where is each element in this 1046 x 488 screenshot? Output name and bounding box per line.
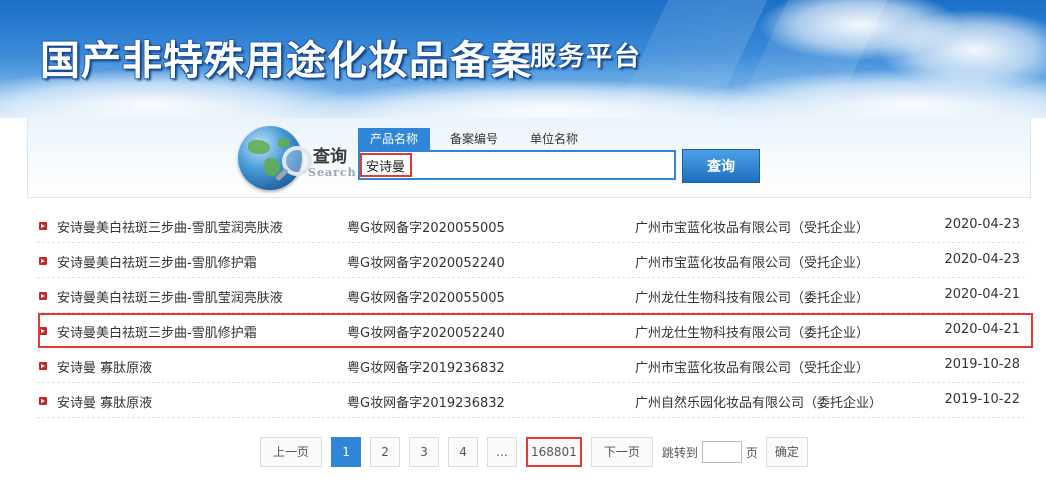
tab-product-name[interactable]: 产品名称 — [358, 128, 431, 150]
arrow-bullet-icon — [39, 397, 47, 405]
company-name: 广州市宝蓝化妆品有限公司（受托企业） — [635, 256, 870, 271]
company-name: 广州市宝蓝化妆品有限公司（受托企业） — [635, 221, 870, 236]
confirm-jump-button[interactable]: 确定 — [765, 437, 808, 467]
search-panel: 查询 Search 产品名称 备案编号 单位名称 查询 — [27, 118, 1031, 198]
tab-company-name[interactable]: 单位名称 — [518, 128, 590, 150]
page-ellipsis: ... — [487, 437, 518, 467]
pagination: 上一页 1 2 3 4 ... 168801 下一页 跳转到 页 确定 — [260, 437, 808, 467]
arrow-bullet-icon — [39, 257, 47, 265]
jump-page-suffix: 页 — [745, 445, 758, 460]
search-tabs: 产品名称 备案编号 单位名称 — [358, 128, 598, 150]
record-number: 粤G妆网备字2020052240 — [347, 256, 505, 271]
record-number: 粤G妆网备字2020052240 — [347, 326, 505, 341]
record-date: 2020-04-23 — [944, 252, 1020, 267]
record-date: 2019-10-22 — [944, 392, 1020, 407]
company-name: 广州龙仕生物科技有限公司（委托企业） — [635, 291, 870, 306]
search-label-en: Search — [308, 166, 357, 179]
list-item[interactable]: 安诗曼美白祛斑三步曲-雪肌修护霜 粤G妆网备字2020052240 广州龙仕生物… — [37, 313, 1025, 348]
list-item[interactable]: 安诗曼美白祛斑三步曲-雪肌修护霜 粤G妆网备字2020052240 广州市宝蓝化… — [37, 243, 1025, 278]
last-page-button[interactable]: 168801 — [526, 437, 582, 467]
jump-page-input[interactable] — [701, 441, 742, 463]
record-date: 2019-10-28 — [944, 357, 1020, 372]
page-button-3[interactable]: 3 — [409, 437, 440, 467]
product-name[interactable]: 安诗曼美白祛斑三步曲-雪肌莹润亮肤液 — [57, 217, 283, 236]
page-button-1[interactable]: 1 — [331, 437, 362, 467]
product-name[interactable]: 安诗曼美白祛斑三步曲-雪肌修护霜 — [57, 322, 257, 341]
arrow-bullet-icon — [39, 222, 47, 230]
company-name: 广州市宝蓝化妆品有限公司（受托企业） — [635, 361, 870, 376]
list-item[interactable]: 安诗曼 寡肽原液 粤G妆网备字2019236832 广州市宝蓝化妆品有限公司（受… — [37, 348, 1025, 383]
arrow-bullet-icon — [39, 362, 47, 370]
list-item[interactable]: 安诗曼美白祛斑三步曲-雪肌莹润亮肤液 粤G妆网备字2020055005 广州龙仕… — [37, 278, 1025, 313]
record-number: 粤G妆网备字2020055005 — [347, 221, 505, 236]
list-item[interactable]: 安诗曼 寡肽原液 粤G妆网备字2019236832 广州自然乐园化妆品有限公司（… — [37, 383, 1025, 418]
company-name: 广州自然乐园化妆品有限公司（委托企业） — [635, 396, 883, 411]
record-date: 2020-04-21 — [944, 322, 1020, 337]
search-input[interactable] — [358, 150, 676, 180]
results-list: 安诗曼美白祛斑三步曲-雪肌莹润亮肤液 粤G妆网备字2020055005 广州市宝… — [37, 208, 1025, 418]
arrow-bullet-icon — [39, 327, 47, 335]
record-number: 粤G妆网备字2020055005 — [347, 291, 505, 306]
tab-record-number[interactable]: 备案编号 — [438, 128, 510, 150]
record-number: 粤G妆网备字2019236832 — [347, 396, 505, 411]
product-name[interactable]: 安诗曼美白祛斑三步曲-雪肌修护霜 — [57, 252, 257, 271]
header-banner: 国产非特殊用途化妆品备案 服务平台 — [0, 0, 1046, 118]
page-subtitle: 服务平台 — [530, 42, 643, 72]
jump-to-label: 跳转到 — [661, 445, 698, 460]
record-number: 粤G妆网备字2019236832 — [347, 361, 505, 376]
page-button-4[interactable]: 4 — [448, 437, 479, 467]
page-title: 国产非特殊用途化妆品备案 — [40, 37, 532, 84]
search-label: 查询 — [313, 147, 347, 167]
product-name[interactable]: 安诗曼美白祛斑三步曲-雪肌莹润亮肤液 — [57, 287, 283, 306]
product-name[interactable]: 安诗曼 寡肽原液 — [57, 357, 152, 376]
next-page-button[interactable]: 下一页 — [590, 437, 653, 467]
record-date: 2020-04-21 — [944, 287, 1020, 302]
record-date: 2020-04-23 — [944, 217, 1020, 232]
product-name[interactable]: 安诗曼 寡肽原液 — [57, 392, 152, 411]
company-name: 广州龙仕生物科技有限公司（委托企业） — [635, 326, 870, 341]
search-button[interactable]: 查询 — [682, 149, 760, 183]
list-item[interactable]: 安诗曼美白祛斑三步曲-雪肌莹润亮肤液 粤G妆网备字2020055005 广州市宝… — [37, 208, 1025, 243]
prev-page-button[interactable]: 上一页 — [260, 437, 323, 467]
page-button-2[interactable]: 2 — [370, 437, 401, 467]
arrow-bullet-icon — [39, 292, 47, 300]
